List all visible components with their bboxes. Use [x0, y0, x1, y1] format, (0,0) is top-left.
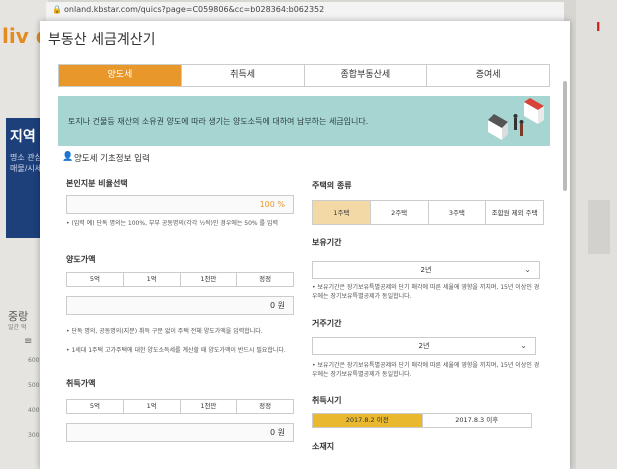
- sale-price-note-2: • 1세대 1주택 고가주택에 대한 양도소득세를 계산할 때 양도가액이 반드…: [66, 347, 286, 354]
- acquisition-time-label: 취득시기: [312, 396, 342, 405]
- holding-period-label: 보유기간: [312, 238, 342, 247]
- ownership-label: 본인지분 비율선택: [66, 179, 128, 188]
- residence-period-select[interactable]: 2년 ⌄: [312, 337, 536, 355]
- location-label: 소재지: [312, 442, 335, 451]
- background-right-block: [588, 200, 610, 254]
- house-type-options: 1주택 2주택 3주택 조합원 제외 주택: [312, 200, 544, 225]
- tab-gift[interactable]: 증여세: [426, 65, 549, 86]
- house-illustration: [488, 98, 544, 140]
- residence-period-label: 거주기간: [312, 319, 342, 328]
- sale-add-500m-button[interactable]: 5억: [67, 273, 123, 286]
- sale-price-label: 양도가액: [66, 255, 96, 264]
- sale-reset-button[interactable]: 정정: [236, 273, 293, 286]
- holding-period-select[interactable]: 2년 ⌄: [312, 261, 540, 279]
- holding-period-note: • 보유기간은 장기보유특별공제와 단기 매각에 따른 세율에 영향을 끼치며,…: [312, 284, 540, 300]
- tab-comprehensive-property[interactable]: 종합부동산세: [303, 65, 427, 86]
- acquisition-price-input[interactable]: 0 원: [66, 423, 294, 442]
- house-type-3-button[interactable]: 3주택: [427, 201, 486, 224]
- acquisition-after-button[interactable]: 2017.8.3 이후: [421, 414, 532, 427]
- acq-add-10m-button[interactable]: 1천만: [179, 400, 237, 413]
- acquisition-before-button[interactable]: 2017.8.2 이전: [313, 414, 422, 427]
- ownership-note: • (입력 예) 단독 명의는 100%, 부부 공동명의(각각 ½씩)인 경우…: [66, 220, 279, 227]
- house-type-1-button[interactable]: 1주택: [313, 201, 370, 224]
- acq-add-100m-button[interactable]: 1억: [122, 400, 180, 413]
- person-icon: 👤: [62, 152, 74, 162]
- tab-acquisition[interactable]: 취득세: [180, 65, 304, 86]
- section-title: 양도세 기초정보 입력: [74, 154, 150, 164]
- sale-price-input[interactable]: 0 원: [66, 296, 294, 315]
- background-right-logo: I: [596, 20, 601, 34]
- sale-price-quick-buttons: 5억 1억 1천만 정정: [66, 272, 294, 287]
- residence-period-value: 2년: [418, 342, 430, 350]
- acquisition-price-quick-buttons: 5억 1억 1천만 정정: [66, 399, 294, 414]
- house-type-exception-button[interactable]: 조합원 제외 주택: [485, 201, 543, 224]
- hamburger-icon: ≡: [24, 336, 33, 347]
- house-type-label: 주택의 종류: [312, 181, 352, 190]
- background-chart-axis: 600 500 400 300: [28, 357, 40, 439]
- tab-capital-gains[interactable]: 양도세: [59, 65, 181, 86]
- url-text[interactable]: onland.kbstar.com/quics?page=C059806&cc=…: [64, 5, 324, 14]
- tax-calculator-popup: 부동산 세금계산기 양도세 취득세 종합부동산세 증여세 토지나 건물등 재산의…: [40, 21, 570, 469]
- sale-add-10m-button[interactable]: 1천만: [179, 273, 237, 286]
- background-district-sub: 일간 억: [8, 324, 27, 331]
- tax-tabs: 양도세 취득세 종합부동산세 증여세: [58, 64, 550, 87]
- popup-title: 부동산 세금계산기: [48, 32, 156, 48]
- banner-text: 토지나 건물등 재산의 소유권 양도에 따라 생기는 양도소득에 대하여 납부하…: [68, 117, 369, 126]
- chevron-down-icon: ⌄: [520, 341, 527, 350]
- info-banner: 토지나 건물등 재산의 소유권 양도에 따라 생기는 양도소득에 대하여 납부하…: [58, 96, 550, 146]
- background-region-title: 지역: [10, 129, 36, 145]
- house-type-2-button[interactable]: 2주택: [369, 201, 428, 224]
- sale-price-note-1: • 단독 명의, 공동명의(지분) 취득 구분 없이 주택 전체 양도가액을 입…: [66, 328, 263, 335]
- holding-period-value: 2년: [420, 266, 432, 274]
- scrollbar[interactable]: [563, 81, 567, 191]
- acquisition-price-label: 취득가액: [66, 379, 96, 388]
- acquisition-time-options: 2017.8.2 이전 2017.8.3 이후: [312, 413, 532, 428]
- ownership-input[interactable]: 100 %: [66, 195, 294, 214]
- lock-icon: 🔒: [52, 5, 62, 14]
- acq-add-500m-button[interactable]: 5억: [67, 400, 123, 413]
- sale-add-100m-button[interactable]: 1억: [122, 273, 180, 286]
- chevron-down-icon: ⌄: [524, 265, 531, 274]
- acq-reset-button[interactable]: 정정: [236, 400, 293, 413]
- residence-period-note: • 보유기간은 장기보유특별공제와 단기 매각에 따른 세율에 영향을 끼치며,…: [312, 362, 540, 378]
